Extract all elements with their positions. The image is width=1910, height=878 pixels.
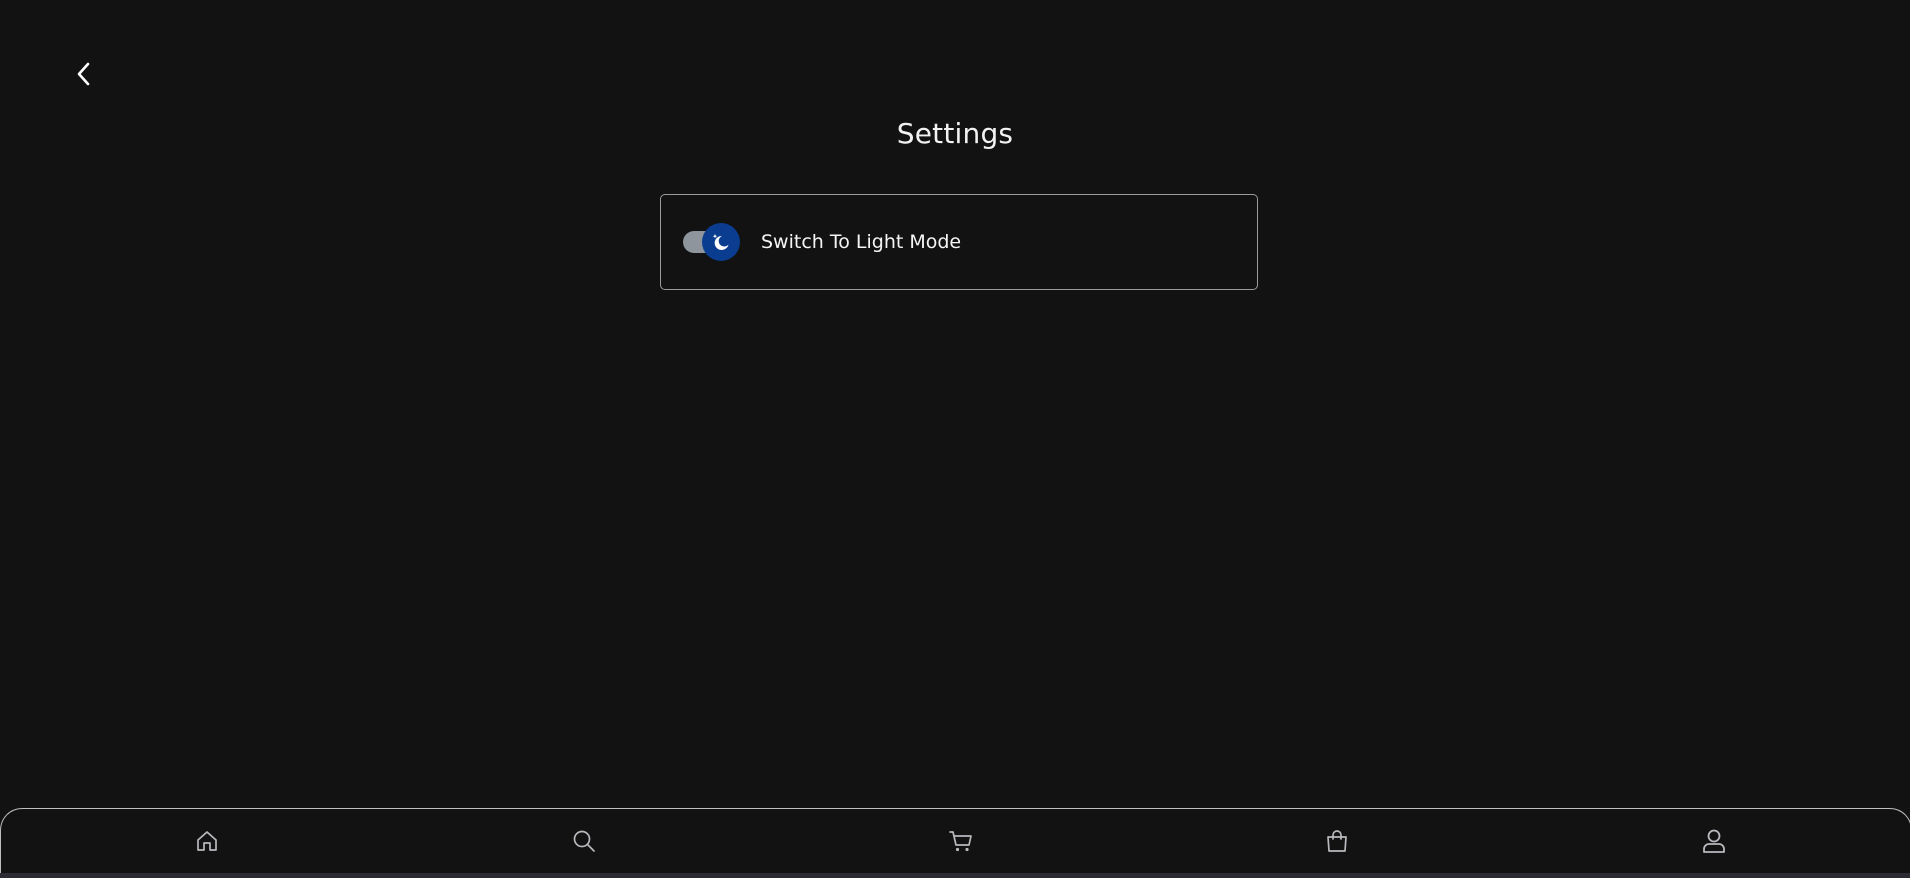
cart-icon bbox=[949, 831, 972, 852]
bag-icon bbox=[1327, 830, 1347, 852]
user-icon bbox=[1703, 829, 1725, 853]
bottom-edge-strip bbox=[0, 873, 1910, 878]
nav-cart-button[interactable] bbox=[945, 825, 977, 857]
nav-orders-button[interactable] bbox=[1321, 825, 1353, 857]
nav-profile-button[interactable] bbox=[1698, 825, 1730, 857]
theme-setting-card: Switch To Light Mode bbox=[660, 194, 1258, 290]
nav-home-button[interactable] bbox=[191, 825, 223, 857]
theme-toggle[interactable] bbox=[683, 222, 741, 262]
moon-icon bbox=[712, 234, 729, 250]
page-title: Settings bbox=[896, 117, 1014, 150]
bottom-navigation bbox=[0, 808, 1910, 878]
chevron-left-icon bbox=[77, 62, 90, 86]
toggle-knob bbox=[702, 223, 740, 261]
settings-page: Settings Switch To Light Mode bbox=[0, 0, 1910, 878]
search-icon bbox=[573, 830, 595, 852]
home-icon bbox=[197, 831, 217, 851]
nav-search-button[interactable] bbox=[568, 825, 600, 857]
theme-toggle-label: Switch To Light Mode bbox=[761, 231, 962, 253]
back-button[interactable] bbox=[68, 58, 100, 90]
